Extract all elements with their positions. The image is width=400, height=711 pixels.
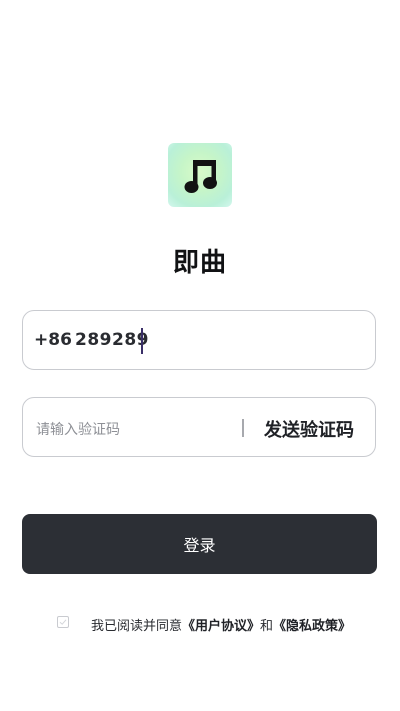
app-name: 即曲 <box>172 248 227 278</box>
phone-field[interactable]: +86 289289 <box>22 310 376 370</box>
field-divider <box>242 419 244 437</box>
agreement-checkbox[interactable] <box>57 616 69 628</box>
login-button-label: 登录 <box>183 536 216 555</box>
phone-input[interactable]: 289289 <box>75 330 149 350</box>
user-agreement-link[interactable]: 《用户协议》 <box>182 619 260 634</box>
check-icon <box>59 619 67 625</box>
app-logo <box>168 143 232 207</box>
verification-code-field[interactable]: 请输入验证码 发送验证码 <box>22 397 376 457</box>
agreement-row: 我已阅读并同意《用户协议》和《隐私政策》 <box>0 615 400 634</box>
country-code[interactable]: +86 <box>34 330 72 350</box>
privacy-policy-link[interactable]: 《隐私政策》 <box>273 619 351 634</box>
send-code-button[interactable]: 发送验证码 <box>264 416 354 442</box>
music-note-icon <box>184 160 217 193</box>
agreement-text: 我已阅读并同意《用户协议》和《隐私政策》 <box>91 615 351 634</box>
text-cursor <box>141 328 143 354</box>
verification-code-input[interactable]: 请输入验证码 <box>36 419 120 439</box>
agreement-prefix: 我已阅读并同意 <box>91 619 183 634</box>
login-button[interactable]: 登录 <box>22 514 377 574</box>
agreement-conjunction: 和 <box>260 619 274 634</box>
